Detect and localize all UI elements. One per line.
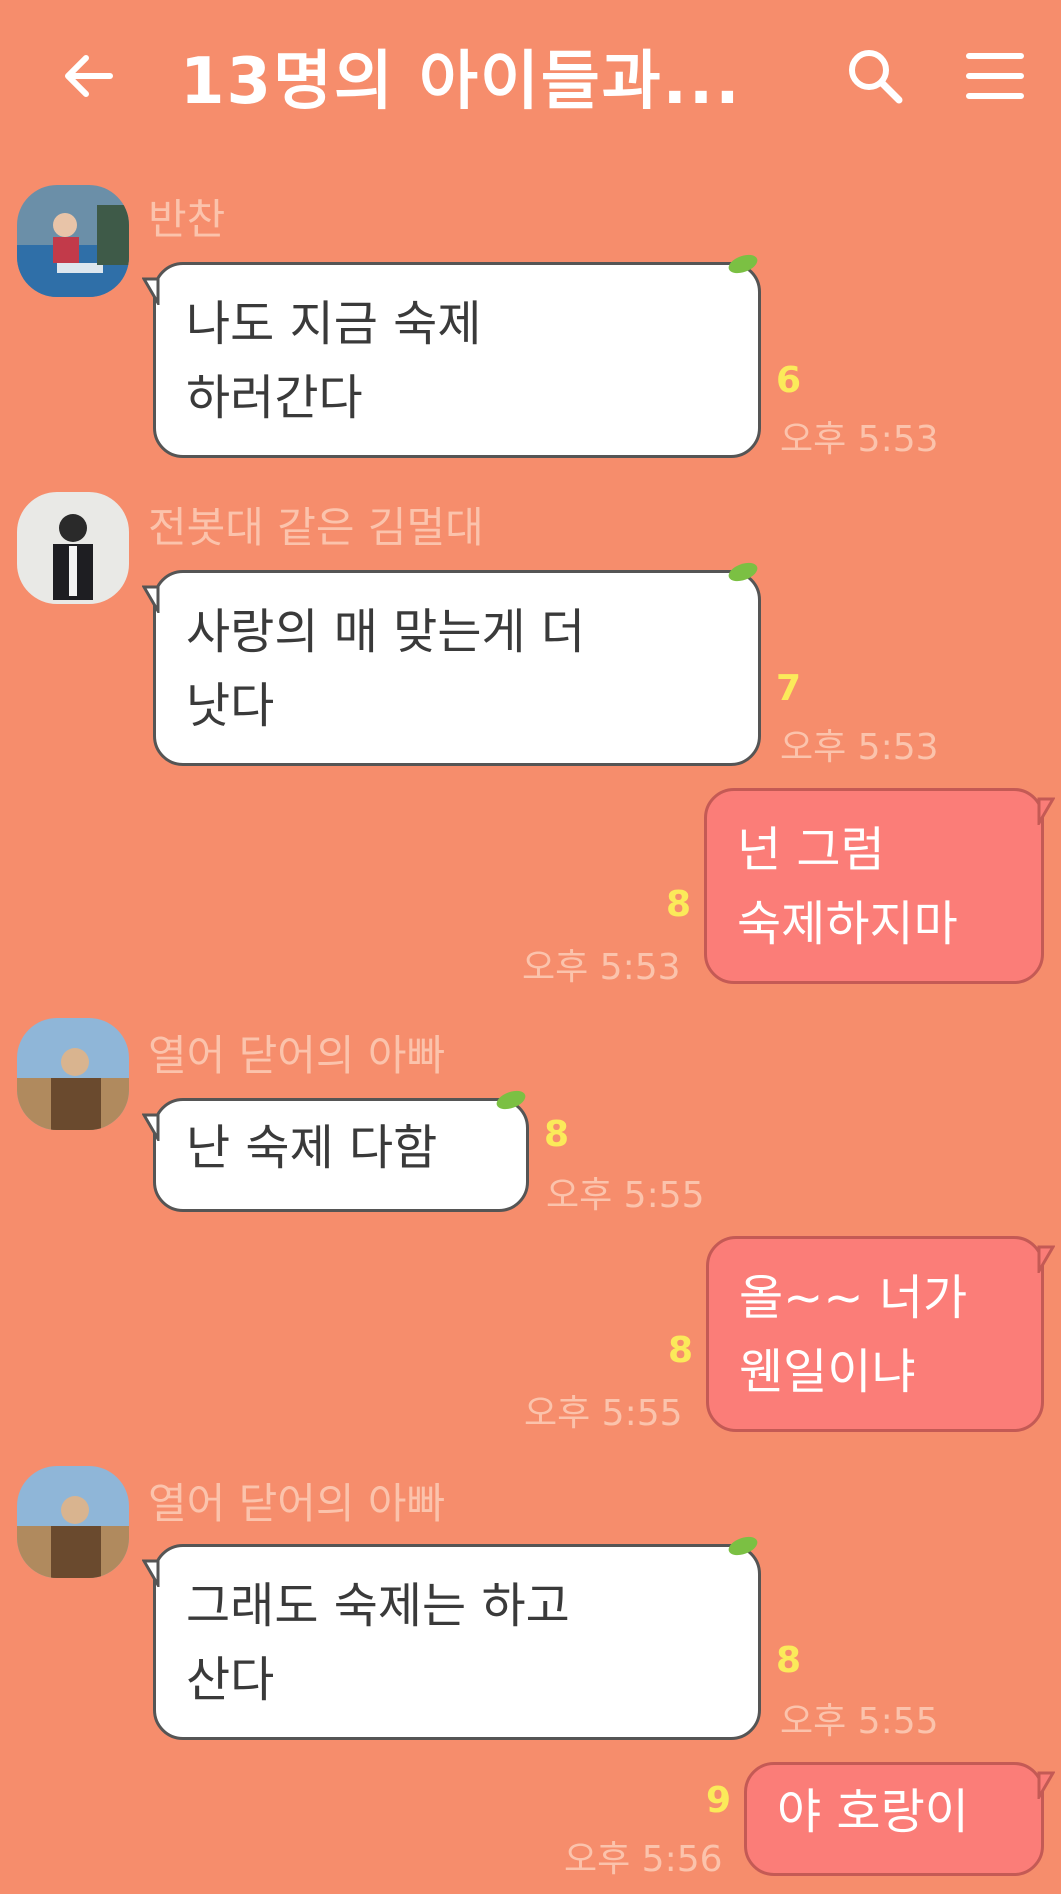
timestamp: 오후 5:53 — [780, 727, 939, 768]
timestamp: 오후 5:56 — [564, 1839, 723, 1880]
unread-count: 6 — [776, 360, 802, 401]
bubble-tail — [142, 585, 160, 613]
message-line: 넌 그럼 — [737, 822, 885, 878]
sender-name: 전봇대 같은 김멀대 — [148, 503, 484, 552]
bubble-tail — [142, 277, 160, 305]
message-bubble[interactable]: 난 숙제 다함 — [142, 1090, 529, 1212]
message-line: 난 숙제 다함 — [186, 1120, 438, 1176]
search-button[interactable] — [845, 46, 905, 106]
bubble-tail — [142, 1559, 160, 1587]
timestamp: 오후 5:53 — [522, 947, 681, 988]
avatar[interactable] — [17, 1466, 129, 1578]
message-line: 낫다 — [186, 678, 275, 734]
unread-count: 9 — [706, 1780, 732, 1821]
leaf-icon — [728, 562, 758, 582]
chat-title: 13명의 아이들과... — [180, 45, 742, 119]
bubble-tail — [1037, 1245, 1055, 1273]
sender-name: 반찬 — [148, 195, 226, 244]
message-bubble[interactable]: 사랑의 매 맞는게 더 낫다 — [142, 562, 761, 766]
message-bubble[interactable]: 그래도 숙제는 하고 산다 — [142, 1536, 761, 1740]
unread-count: 7 — [776, 668, 802, 709]
sender-name: 열어 닫어의 아빠 — [148, 1479, 446, 1528]
message-bubble[interactable]: 나도 지금 숙제 하러간다 — [142, 254, 761, 458]
hamburger-menu-icon — [966, 53, 1024, 99]
avatar[interactable] — [17, 492, 129, 604]
avatar[interactable] — [17, 1018, 129, 1130]
leaf-icon — [728, 254, 758, 274]
message-line: 산다 — [186, 1652, 275, 1708]
sender-name: 열어 닫어의 아빠 — [148, 1031, 446, 1080]
menu-button[interactable] — [965, 46, 1025, 106]
message-bubble[interactable]: 야 호랑이 — [744, 1762, 1055, 1876]
unread-count: 8 — [666, 884, 692, 925]
message-line: 웬일이냐 — [739, 1344, 916, 1400]
search-icon — [849, 50, 903, 104]
leaf-icon — [728, 1536, 758, 1556]
bubble-tail — [1037, 1771, 1055, 1799]
timestamp: 오후 5:55 — [546, 1175, 705, 1216]
message-line: 야 호랑이 — [777, 1784, 969, 1840]
message-line: 나도 지금 숙제 — [186, 296, 482, 352]
timestamp: 오후 5:55 — [524, 1393, 683, 1434]
message-line: 그래도 숙제는 하고 — [186, 1578, 570, 1634]
message-line: 사랑의 매 맞는게 더 — [186, 604, 586, 660]
timestamp: 오후 5:55 — [780, 1701, 939, 1742]
timestamp: 오후 5:53 — [780, 419, 939, 460]
bubble-tail — [142, 1113, 160, 1141]
chat-header: 13명의 아이들과... — [0, 0, 1061, 150]
unread-count: 8 — [668, 1330, 694, 1371]
message-line: 하러간다 — [186, 370, 363, 426]
bubble-tail — [1037, 797, 1055, 825]
unread-count: 8 — [776, 1640, 802, 1681]
message-line: 올~~ 너가 — [739, 1270, 968, 1326]
unread-count: 8 — [544, 1114, 570, 1155]
message-bubble[interactable]: 넌 그럼 숙제하지마 — [704, 788, 1055, 984]
message-line: 숙제하지마 — [737, 896, 958, 952]
message-bubble[interactable]: 올~~ 너가 웬일이냐 — [706, 1236, 1055, 1432]
arrow-left-icon — [65, 55, 113, 97]
back-button[interactable] — [60, 46, 120, 106]
leaf-icon — [496, 1090, 526, 1110]
avatar[interactable] — [17, 185, 129, 297]
